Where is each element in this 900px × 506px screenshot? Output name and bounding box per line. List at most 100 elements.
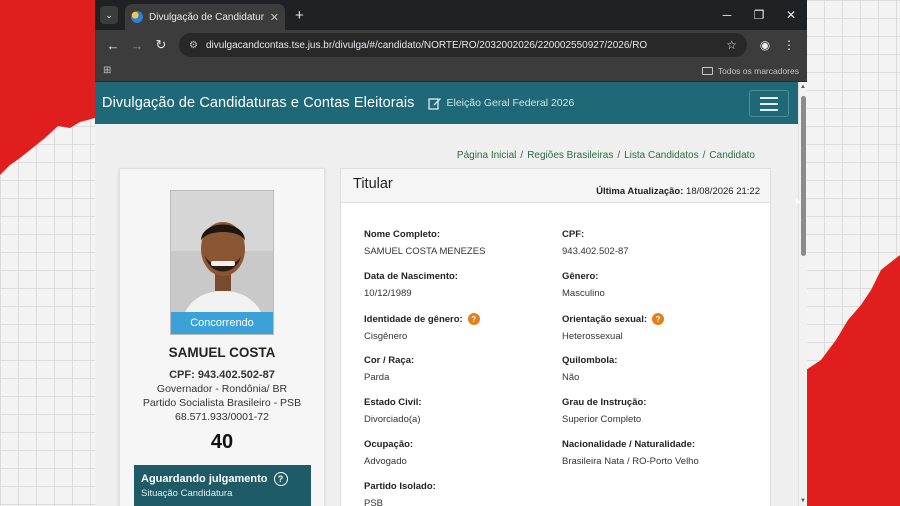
address-bar[interactable]: ⚙ divulgacandcontas.tse.jus.br/divulga/#… — [179, 33, 747, 57]
field-race: Cor / Raça: Parda — [364, 355, 564, 383]
minimize-icon[interactable]: ─ — [711, 0, 743, 30]
candidate-office: Governador - Rondônia/ BR — [156, 383, 288, 395]
info-icon[interactable]: ? — [652, 313, 665, 325]
field-party: Partido Isolado: PSB — [364, 481, 564, 506]
field-occupation: Ocupação: Advogado — [364, 439, 564, 467]
field-label: Gênero: — [562, 271, 599, 282]
tab-search-button[interactable]: ⌄ — [100, 6, 118, 24]
new-tab-button[interactable]: + — [295, 7, 304, 24]
tab-bar: ⌄ Divulgação de Candidaturas e C ✕ + ─ ❐… — [95, 0, 807, 30]
election-name: Eleição Geral Federal 2026 — [446, 97, 575, 109]
page-scrollbar[interactable]: ▲ ▼ — [798, 82, 807, 506]
candidate-party: Partido Socialista Brasileiro - PSB — [142, 397, 302, 409]
field-label: Ocupação: — [364, 439, 414, 450]
browser-toolbar: ← → ↻ ⚙ divulgacandcontas.tse.jus.br/div… — [95, 30, 807, 60]
field-label: Data de Nascimento: — [364, 271, 458, 282]
edit-icon — [427, 98, 441, 110]
reload-icon[interactable]: ↻ — [149, 37, 173, 53]
url-text: divulgacandcontas.tse.jus.br/divulga/#/c… — [205, 39, 648, 51]
details-title: Titular — [353, 176, 393, 192]
party-cnpj: 68.571.933/0001-72 — [174, 411, 269, 423]
candidate-details-card: Titular Última Atualização: 18/08/2026 2… — [340, 168, 771, 506]
all-bookmarks-label: Todos os marcadores — [717, 65, 799, 76]
tab-title: Divulgação de Candidaturas e C — [149, 11, 264, 23]
folder-icon — [701, 66, 713, 75]
forward-icon[interactable]: → — [125, 38, 149, 53]
candidate-summary: CPF: 943.402.502-87 Governador - Rondôni… — [120, 368, 324, 424]
election-label: Eleição Geral Federal 2026 — [427, 96, 575, 110]
field-value: Parda — [364, 372, 390, 383]
field-gender: Gênero: Masculino — [562, 271, 762, 299]
right-background — [806, 0, 900, 506]
browser-tab[interactable]: Divulgação de Candidaturas e C ✕ — [125, 4, 285, 30]
scroll-up-icon[interactable]: ▲ — [800, 84, 806, 90]
field-value: PSB — [364, 498, 384, 506]
site-title[interactable]: Divulgação de Candidaturas e Contas Elei… — [102, 95, 415, 111]
browser-window: ⌄ Divulgação de Candidaturas e C ✕ + ─ ❐… — [95, 0, 807, 506]
menu-kebab-icon[interactable]: ⋮ — [777, 38, 801, 52]
page-viewport: Divulgação de Candidaturas e Contas Elei… — [95, 82, 807, 506]
field-value: Heterossexual — [562, 331, 623, 342]
field-value: 10/12/1989 — [364, 288, 412, 299]
field-label: Estado Civil: — [364, 397, 422, 408]
bookmarks-bar: ⊞ Todos os marcadores — [95, 60, 807, 82]
field-cpf: CPF: 943.402.502-87 — [562, 229, 762, 257]
candidate-profile-card: Concorrendo SAMUEL COSTA CPF: 943.402.50… — [119, 168, 325, 506]
help-icon[interactable]: ? — [273, 472, 288, 486]
field-value: SAMUEL COSTA MENEZES — [364, 246, 486, 257]
field-value: 943.402.502-87 — [562, 246, 629, 257]
judgement-title: Aguardando julgamento — [141, 473, 268, 485]
field-marital-status: Estado Civil: Divorciado(a) — [364, 397, 564, 425]
field-value: Divorciado(a) — [364, 414, 421, 425]
close-tab-icon[interactable]: ✕ — [270, 11, 279, 24]
field-label: Cor / Raça: — [364, 355, 415, 366]
left-background — [0, 0, 95, 506]
window-controls: ─ ❐ ✕ — [711, 0, 807, 30]
last-updated: Última Atualização: 18/08/2026 21:22 — [596, 186, 760, 197]
field-education: Grau de Instrução: Superior Completo — [562, 397, 762, 425]
profile-icon[interactable]: ◉ — [753, 38, 777, 52]
favicon-icon — [131, 11, 143, 23]
all-bookmarks-button[interactable]: Todos os marcadores — [701, 65, 799, 76]
field-label: Partido Isolado: — [364, 481, 436, 492]
field-quilombola: Quilombola: Não — [562, 355, 762, 383]
chevron-down-icon: ⌄ — [105, 9, 113, 20]
hamburger-menu-button[interactable] — [749, 90, 789, 117]
field-label: Quilombola: — [562, 355, 618, 366]
back-icon[interactable]: ← — [101, 38, 125, 53]
field-label: Nome Completo: — [364, 229, 440, 240]
breadcrumb-candidates[interactable]: Lista Candidatos — [624, 150, 699, 161]
field-nationality: Nacionalidade / Naturalidade: Brasileira … — [562, 439, 762, 467]
field-label: Orientação sexual:? — [562, 313, 762, 325]
candidate-photo: Concorrendo — [170, 190, 274, 335]
breadcrumb-candidate[interactable]: Candidato — [709, 150, 755, 161]
field-full-name: Nome Completo: SAMUEL COSTA MENEZES — [364, 229, 564, 257]
restore-icon[interactable]: ❐ — [743, 0, 775, 30]
candidate-number: 40 — [210, 431, 234, 453]
field-value: Advogado — [364, 456, 407, 467]
bookmark-star-icon[interactable]: ☆ — [726, 38, 737, 52]
field-value: Brasileira Nata / RO-Porto Velho — [562, 456, 699, 467]
field-value: Não — [562, 372, 580, 383]
field-label: Identidade de gênero:? — [364, 313, 564, 325]
candidate-name: SAMUEL COSTA — [168, 345, 276, 360]
field-value: Superior Completo — [562, 414, 642, 425]
judgement-status-box: Aguardando julgamento? Situação Candidat… — [134, 465, 311, 506]
breadcrumb-home[interactable]: Página Inicial — [457, 150, 516, 161]
judgement-subtitle: Situação Candidatura — [141, 488, 233, 499]
apps-grid-icon[interactable]: ⊞ — [103, 65, 111, 76]
scroll-down-icon[interactable]: ▼ — [800, 498, 806, 504]
candidate-cpf: CPF: 943.402.502-87 — [169, 369, 275, 381]
info-icon[interactable]: ? — [467, 313, 480, 325]
site-settings-icon[interactable]: ⚙ — [189, 40, 198, 51]
field-sexual-orientation: Orientação sexual:? Heterossexual — [562, 313, 762, 342]
scrollbar-thumb[interactable] — [801, 96, 806, 256]
field-value: Masculino — [562, 288, 605, 299]
close-window-icon[interactable]: ✕ — [775, 0, 807, 30]
field-label: Grau de Instrução: — [562, 397, 647, 408]
breadcrumb-regions[interactable]: Regiões Brasileiras — [527, 150, 613, 161]
field-gender-identity: Identidade de gênero:? Cisgênero — [364, 313, 564, 342]
site-header: Divulgação de Candidaturas e Contas Elei… — [95, 82, 807, 124]
mouse-cursor-icon — [796, 198, 801, 203]
field-label: CPF: — [562, 229, 585, 240]
